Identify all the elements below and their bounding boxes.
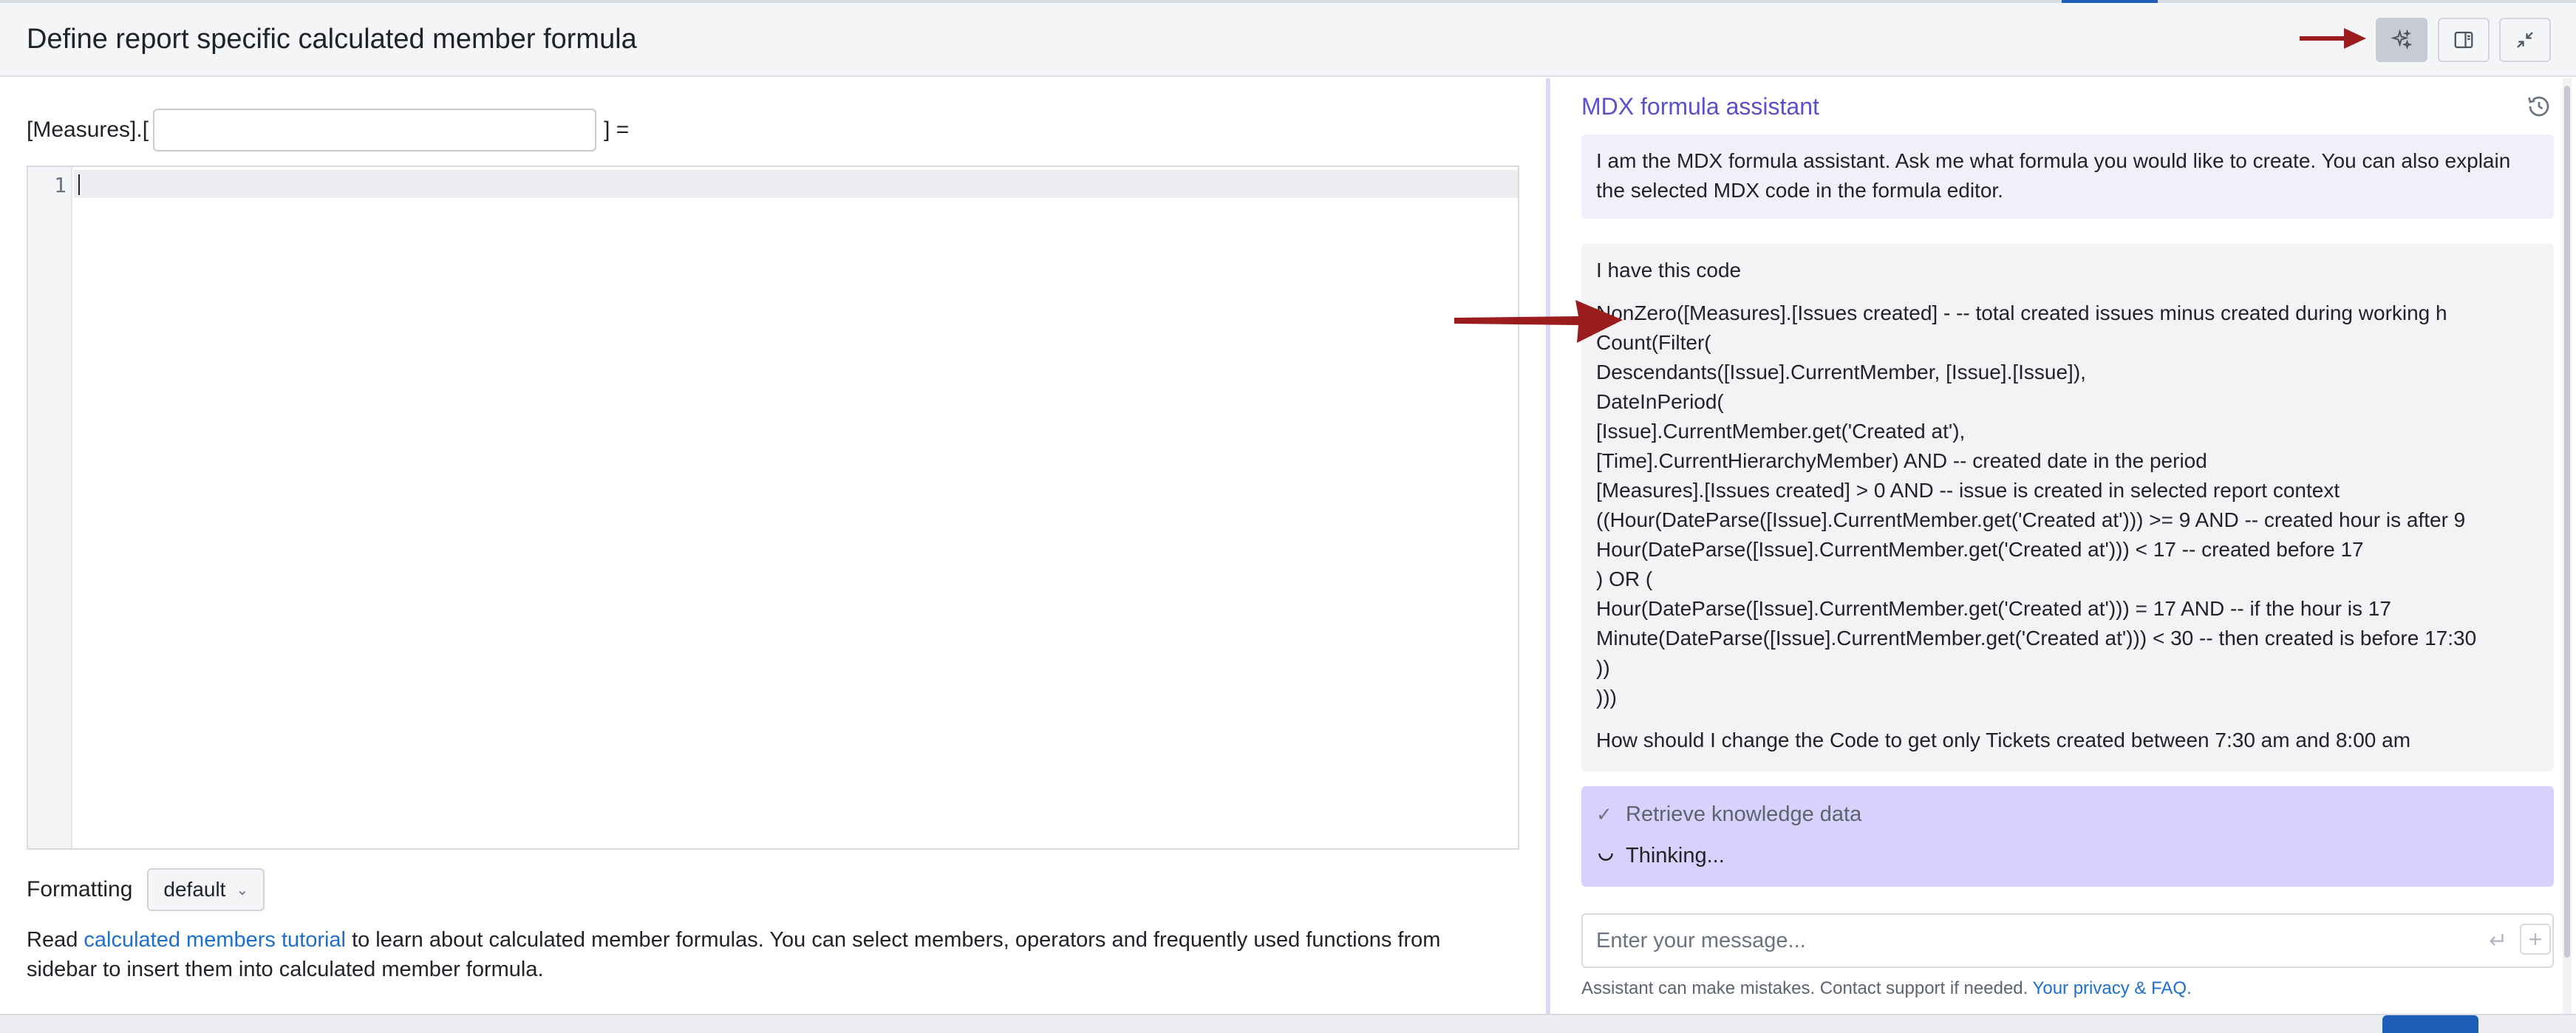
code-line: [Measures].[Issues created] > 0 AND -- i… — [1596, 479, 2340, 502]
code-line: [Time].CurrentHierarchyMember) AND -- cr… — [1596, 449, 2207, 472]
code-line: Hour(DateParse([Issue].CurrentMember.get… — [1596, 538, 2364, 561]
plus-button[interactable]: + — [2520, 924, 2551, 955]
scrollbar-thumb[interactable] — [2564, 86, 2570, 958]
help-text: Read calculated members tutorial to lear… — [27, 925, 1505, 984]
status-step-done: ✓ Retrieve knowledge data — [1596, 798, 2539, 831]
mdx-code-editor[interactable]: 1 — [27, 166, 1519, 850]
measure-prefix-label: [Measures].[ — [27, 117, 149, 142]
formatting-select[interactable]: default ⌄ — [147, 868, 265, 911]
ai-assistant-toggle-button[interactable] — [2376, 18, 2427, 62]
spinner-icon — [1596, 844, 1626, 868]
help-prefix: Read — [27, 928, 78, 952]
formatting-label: Formatting — [27, 877, 133, 901]
code-line: Descendants([Issue].CurrentMember, [Issu… — [1596, 361, 2086, 383]
assistant-title: MDX formula assistant — [1581, 93, 1819, 120]
dialog-footer — [0, 1014, 2576, 1033]
collapse-arrows-icon — [2517, 32, 2533, 48]
footer-primary-button[interactable] — [2382, 1015, 2478, 1033]
disclaimer-text: Assistant can make mistakes. Contact sup… — [1581, 978, 2028, 998]
measure-suffix-label: ] = — [604, 117, 630, 142]
user-code-block: NonZero([Measures].[Issues created] - --… — [1596, 299, 2539, 712]
status-step-active: Thinking... — [1596, 839, 2539, 872]
code-line: Minute(DateParse([Issue].CurrentMember.g… — [1596, 627, 2477, 650]
panel-icon — [2454, 31, 2473, 49]
side-panel-toggle-button[interactable] — [2438, 18, 2490, 62]
assistant-disclaimer: Assistant can make mistakes. Contact sup… — [1581, 978, 2192, 999]
code-line: ((Hour(DateParse([Issue].CurrentMember.g… — [1596, 508, 2466, 531]
code-line: NonZero([Measures].[Issues created] - --… — [1596, 301, 2447, 324]
formatting-selected-value: default — [163, 878, 226, 901]
code-line: [Issue].CurrentMember.get('Created at'), — [1596, 420, 1966, 443]
tutorial-link[interactable]: calculated members tutorial — [84, 928, 346, 952]
user-message-lead: I have this code — [1596, 259, 1742, 282]
enter-icon[interactable]: ↵ — [2489, 928, 2507, 954]
assistant-pane: MDX formula assistant I am the MDX formu… — [1550, 78, 2576, 1014]
history-icon — [2528, 96, 2549, 117]
checkmark-icon: ✓ — [1596, 802, 1612, 825]
status-step-done-label: Retrieve knowledge data — [1626, 802, 1862, 826]
code-line: Hour(DateParse([Issue].CurrentMember.get… — [1596, 597, 2391, 620]
measure-name-row: [Measures].[ ] = — [27, 108, 629, 152]
formula-editor-pane: [Measures].[ ] = 1 Formatting default ⌄ … — [0, 78, 1546, 1014]
message-input[interactable] — [1583, 915, 2455, 966]
measure-name-input[interactable] — [153, 109, 597, 151]
chevron-down-icon: ⌄ — [236, 882, 249, 899]
message-input-box: ↵ + — [1581, 913, 2554, 968]
history-button[interactable] — [2526, 93, 2555, 123]
assistant-intro-message: I am the MDX formula assistant. Ask me w… — [1581, 134, 2554, 219]
code-line: ))) — [1596, 686, 1617, 709]
active-line-highlight — [74, 170, 1518, 198]
dialog-header: Define report specific calculated member… — [0, 3, 2576, 77]
line-number-gutter: 1 — [28, 167, 72, 848]
formatting-row: Formatting default ⌄ — [27, 867, 265, 912]
code-line: DateInPeriod( — [1596, 390, 1724, 413]
sparkle-icon — [2391, 29, 2413, 50]
collapse-button[interactable] — [2499, 18, 2551, 62]
privacy-faq-link[interactable]: Your privacy & FAQ. — [2033, 978, 2192, 998]
assistant-status-panel: ✓ Retrieve knowledge data Thinking... — [1581, 786, 2554, 887]
line-number: 1 — [54, 173, 67, 197]
code-line: )) — [1596, 656, 1610, 679]
code-line: ) OR ( — [1596, 567, 1653, 590]
status-step-active-label: Thinking... — [1626, 843, 1725, 867]
assistant-scrollbar[interactable] — [2563, 78, 2572, 1014]
code-line: Count(Filter( — [1596, 331, 1711, 354]
text-caret — [78, 174, 80, 195]
dialog-title: Define report specific calculated member… — [27, 24, 637, 55]
user-message: I have this code NonZero([Measures].[Iss… — [1581, 244, 2554, 771]
user-question: How should I change the Code to get only… — [1596, 729, 2411, 751]
